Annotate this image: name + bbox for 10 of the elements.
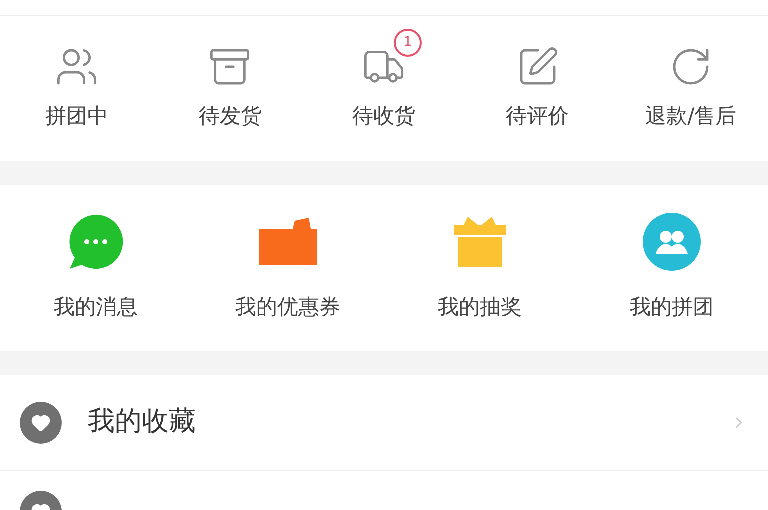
count-badge: 1	[394, 28, 422, 57]
service-label[interactable]: 我的消息	[54, 292, 138, 324]
order-status-label[interactable]: 退款/售后	[646, 100, 737, 132]
service-label[interactable]: 我的抽奖	[438, 292, 522, 324]
service-label[interactable]: 我的优惠券	[236, 292, 340, 324]
order-status-label[interactable]: 待发货	[198, 100, 262, 132]
order-status-label[interactable]: 待评价	[506, 100, 570, 132]
order-status-label[interactable]: 待收货	[352, 100, 416, 132]
order-status-label[interactable]: 拼团中	[45, 100, 108, 132]
service-label[interactable]: 我的拼团	[630, 292, 714, 324]
